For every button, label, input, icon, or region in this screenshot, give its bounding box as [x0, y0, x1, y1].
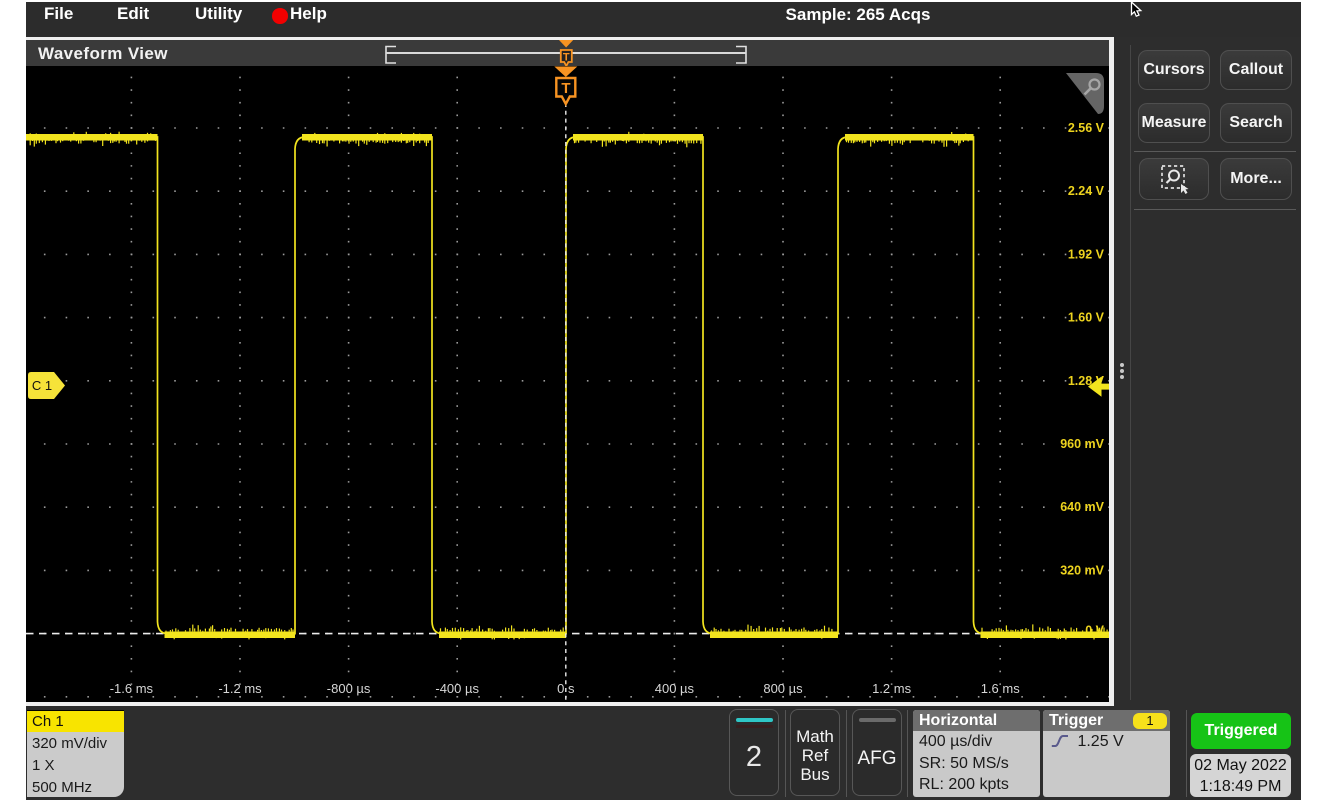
- svg-text:1.6 ms: 1.6 ms: [981, 681, 1021, 696]
- svg-text:-800 µs: -800 µs: [327, 681, 371, 696]
- svg-text:-400 µs: -400 µs: [435, 681, 479, 696]
- svg-text:1.60 V: 1.60 V: [1068, 311, 1105, 325]
- svg-text:800 µs: 800 µs: [763, 681, 803, 696]
- svg-text:2.24 V: 2.24 V: [1068, 184, 1105, 198]
- svg-text:2.56 V: 2.56 V: [1068, 121, 1105, 135]
- svg-text:400 µs: 400 µs: [655, 681, 695, 696]
- svg-text:320 mV: 320 mV: [1060, 563, 1104, 577]
- svg-text:T: T: [561, 80, 570, 97]
- svg-text:-1.6 ms: -1.6 ms: [110, 681, 154, 696]
- svg-text:T: T: [563, 51, 570, 63]
- svg-text:1.92 V: 1.92 V: [1068, 247, 1105, 261]
- svg-text:1.2 ms: 1.2 ms: [872, 681, 912, 696]
- svg-text:-1.2 ms: -1.2 ms: [218, 681, 262, 696]
- svg-text:640 mV: 640 mV: [1060, 500, 1104, 514]
- svg-text:960 mV: 960 mV: [1060, 437, 1104, 451]
- svg-text:C 1: C 1: [32, 378, 52, 393]
